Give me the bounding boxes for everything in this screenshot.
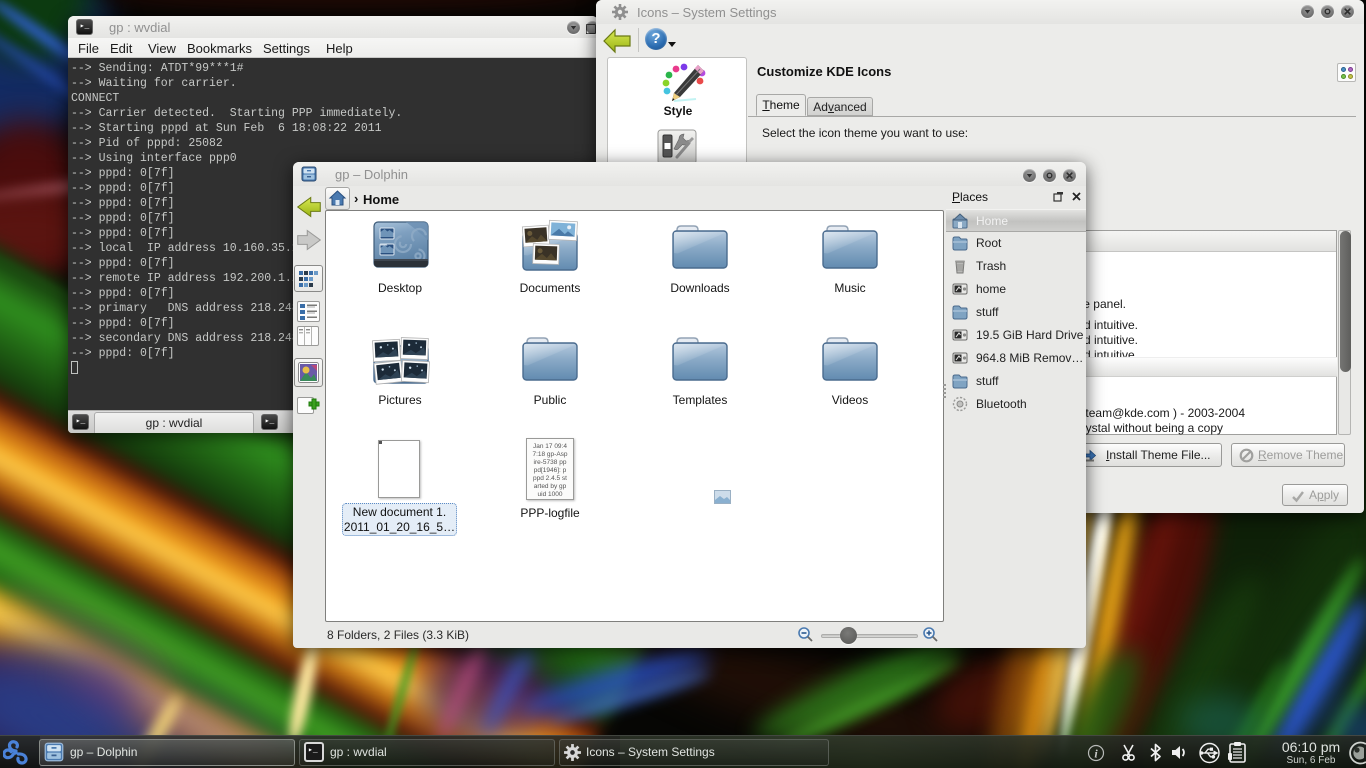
svg-text:i: i [1094,747,1098,761]
